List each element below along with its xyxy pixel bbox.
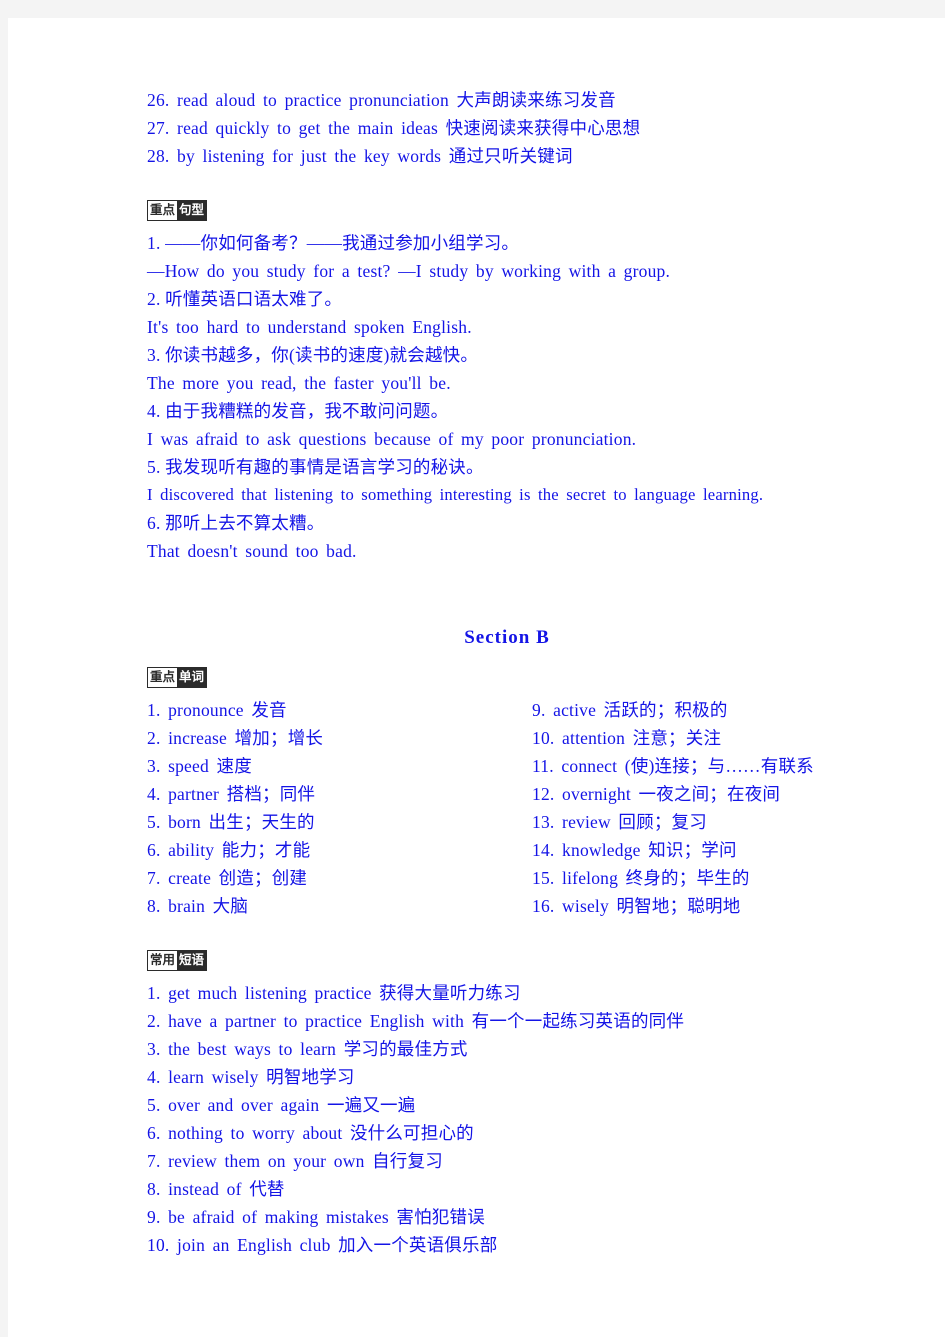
list-item: 4. learn wisely 明智地学习 [147,1067,355,1087]
top-phrases-list: 26. read aloud to practice pronunciation… [147,86,867,170]
list-item: The more you read, the faster you'll be. [147,373,451,393]
sentence-patterns-list: 1. ——你如何备考？——我通过参加小组学习。 —How do you stud… [147,229,867,565]
list-item: —How do you study for a test? —I study b… [147,261,671,281]
key-words-badge: 重点 单词 [147,667,208,688]
list-item: 6. ability 能力；才能 [147,840,311,860]
list-item: I was afraid to ask questions because of… [147,429,637,449]
list-item: 2. have a partner to practice English wi… [147,1011,685,1031]
common-phrases-list: 1. get much listening practice 获得大量听力练习 … [147,979,867,1259]
list-item: 9. be afraid of making mistakes 害怕犯错误 [147,1207,485,1227]
badge-part-2: 单词 [177,668,207,687]
list-item: 3. the best ways to learn 学习的最佳方式 [147,1039,468,1059]
badge-part-2: 短语 [177,951,207,970]
list-item: 7. review them on your own 自行复习 [147,1151,443,1171]
list-item: 3. 你读书越多，你(读书的速度)就会越快。 [147,345,479,365]
list-item: 28. by listening for just the key words … [147,146,573,166]
list-item: 6. 那听上去不算太糟。 [147,513,325,533]
list-item: 1. pronounce 发音 [147,700,287,720]
list-item: 2. 听懂英语口语太难了。 [147,289,343,309]
list-item: 13. review 回顾；复习 [532,812,707,832]
list-item: 16. wisely 明智地；聪明地 [532,896,741,916]
list-item: 2. increase 增加；增长 [147,728,324,748]
list-item: 27. read quickly to get the main ideas 快… [147,118,641,138]
list-item: 4. partner 搭档；同伴 [147,784,316,804]
document-page: 26. read aloud to practice pronunciation… [8,18,945,1337]
list-item: 15. lifelong 终身的；毕生的 [532,868,750,888]
list-item: 3. speed 速度 [147,756,252,776]
list-item: 1. ——你如何备考？——我通过参加小组学习。 [147,233,520,253]
list-item: 14. knowledge 知识；学问 [532,840,737,860]
badge-part-1: 重点 [148,201,178,220]
badge-part-1: 常用 [148,951,178,970]
list-item: 26. read aloud to practice pronunciation… [147,90,616,110]
badge-part-1: 重点 [148,668,178,687]
list-item: 5. over and over again 一遍又一遍 [147,1095,416,1115]
document-content: 26. read aloud to practice pronunciation… [147,86,867,1259]
list-item: 7. create 创造；创建 [147,868,308,888]
sentence-patterns-badge: 重点 句型 [147,200,208,221]
key-words-columns: 1. pronounce 发音 2. increase 增加；增长 3. spe… [147,696,867,920]
list-item: I discovered that listening to something… [147,485,764,504]
badge-part-2: 句型 [177,201,207,220]
page-title: Section B [464,627,550,648]
list-item: 4. 由于我糟糕的发音，我不敢问问题。 [147,401,449,421]
list-item: 11. connect (使)连接；与……有联系 [532,756,814,776]
list-item: 12. overnight 一夜之间；在夜间 [532,784,781,804]
list-item: 10. attention 注意；关注 [532,728,722,748]
list-item: That doesn't sound too bad. [147,541,357,561]
list-item: 5. 我发现听有趣的事情是语言学习的秘诀。 [147,457,484,477]
list-item: 8. instead of 代替 [147,1179,285,1199]
list-item: 5. born 出生；天生的 [147,812,315,832]
key-words-left-column: 1. pronounce 发音 2. increase 增加；增长 3. spe… [147,696,532,920]
list-item: 1. get much listening practice 获得大量听力练习 [147,983,521,1003]
list-item: 9. active 活跃的；积极的 [532,700,728,720]
common-phrases-badge: 常用 短语 [147,950,208,971]
list-item: 10. join an English club 加入一个英语俱乐部 [147,1235,498,1255]
list-item: It's too hard to understand spoken Engli… [147,317,472,337]
list-item: 6. nothing to worry about 没什么可担心的 [147,1123,474,1143]
list-item: 8. brain 大脑 [147,896,249,916]
key-words-right-column: 9. active 活跃的；积极的 10. attention 注意；关注 11… [532,696,867,920]
